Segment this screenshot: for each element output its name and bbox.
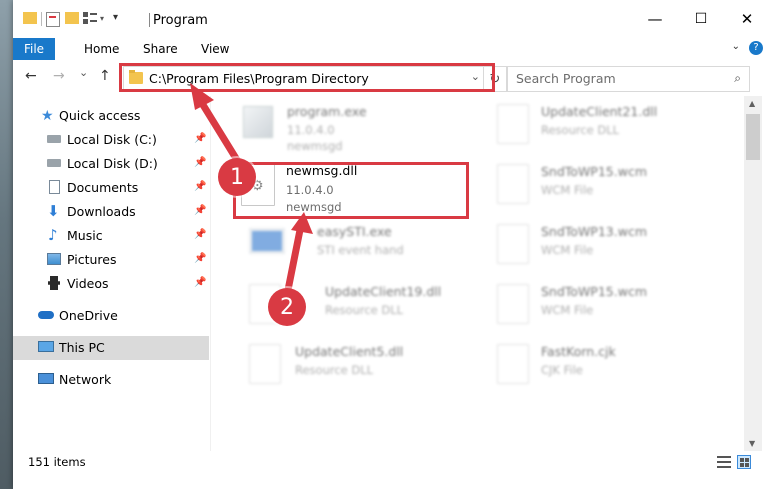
annotation-arrows [190,83,313,294]
step-1-badge: 1 [218,158,256,196]
step-2-badge: 2 [268,288,306,326]
